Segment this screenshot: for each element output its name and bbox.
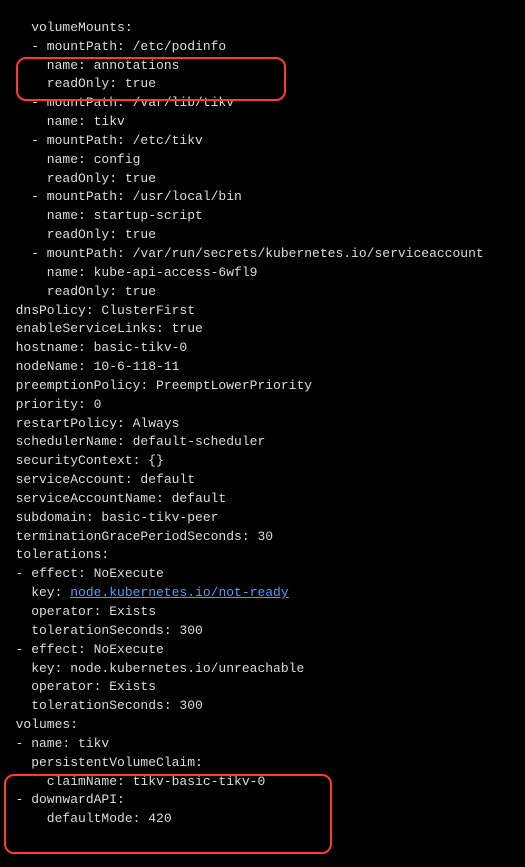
yaml-line: hostname: basic-tikv-0 (0, 340, 187, 355)
yaml-line: readOnly: true (0, 284, 156, 299)
yaml-line: - mountPath: /usr/local/bin (0, 189, 242, 204)
yaml-line: - mountPath: /var/run/secrets/kubernetes… (0, 246, 484, 261)
yaml-line: tolerations: (0, 547, 109, 562)
yaml-line: defaultMode: 420 (0, 811, 172, 826)
yaml-line: key: node.kubernetes.io/not-ready (0, 585, 289, 600)
yaml-line: name: kube-api-access-6wfl9 (0, 265, 257, 280)
yaml-line: tolerationSeconds: 300 (0, 623, 203, 638)
yaml-line: tolerationSeconds: 300 (0, 698, 203, 713)
yaml-line: name: annotations (0, 58, 179, 73)
yaml-line: priority: 0 (0, 397, 101, 412)
yaml-line: name: startup-script (0, 208, 203, 223)
yaml-line: nodeName: 10-6-118-11 (0, 359, 179, 374)
yaml-line: - downwardAPI: (0, 792, 125, 807)
yaml-line: operator: Exists (0, 604, 156, 619)
yaml-line: - mountPath: /etc/podinfo (0, 39, 226, 54)
yaml-line: readOnly: true (0, 76, 156, 91)
yaml-line: preemptionPolicy: PreemptLowerPriority (0, 378, 312, 393)
yaml-line: operator: Exists (0, 679, 156, 694)
yaml-line: volumeMounts: (0, 20, 133, 35)
yaml-line: claimName: tikv-basic-tikv-0 (0, 774, 265, 789)
yaml-line: volumes: (0, 717, 78, 732)
yaml-line: readOnly: true (0, 171, 156, 186)
yaml-line: - effect: NoExecute (0, 566, 164, 581)
yaml-line: restartPolicy: Always (0, 416, 179, 431)
yaml-line: - mountPath: /var/lib/tikv (0, 95, 234, 110)
yaml-line: enableServiceLinks: true (0, 321, 203, 336)
yaml-line: name: config (0, 152, 140, 167)
yaml-code-block: volumeMounts: - mountPath: /etc/podinfo … (0, 0, 525, 867)
yaml-line: name: tikv (0, 114, 125, 129)
yaml-line: subdomain: basic-tikv-peer (0, 510, 218, 525)
yaml-line: serviceAccount: default (0, 472, 195, 487)
yaml-line: serviceAccountName: default (0, 491, 226, 506)
yaml-line: terminationGracePeriodSeconds: 30 (0, 529, 273, 544)
yaml-line: key: node.kubernetes.io/unreachable (0, 661, 304, 676)
yaml-line: schedulerName: default-scheduler (0, 434, 265, 449)
yaml-line: readOnly: true (0, 227, 156, 242)
yaml-key-prefix: key: (0, 585, 70, 600)
yaml-line: securityContext: {} (0, 453, 164, 468)
taint-key-link[interactable]: node.kubernetes.io/not-ready (70, 585, 288, 600)
yaml-line: persistentVolumeClaim: (0, 755, 203, 770)
yaml-line: dnsPolicy: ClusterFirst (0, 303, 195, 318)
yaml-line: - effect: NoExecute (0, 642, 164, 657)
yaml-line: - name: tikv (0, 736, 109, 751)
yaml-line: - mountPath: /etc/tikv (0, 133, 203, 148)
